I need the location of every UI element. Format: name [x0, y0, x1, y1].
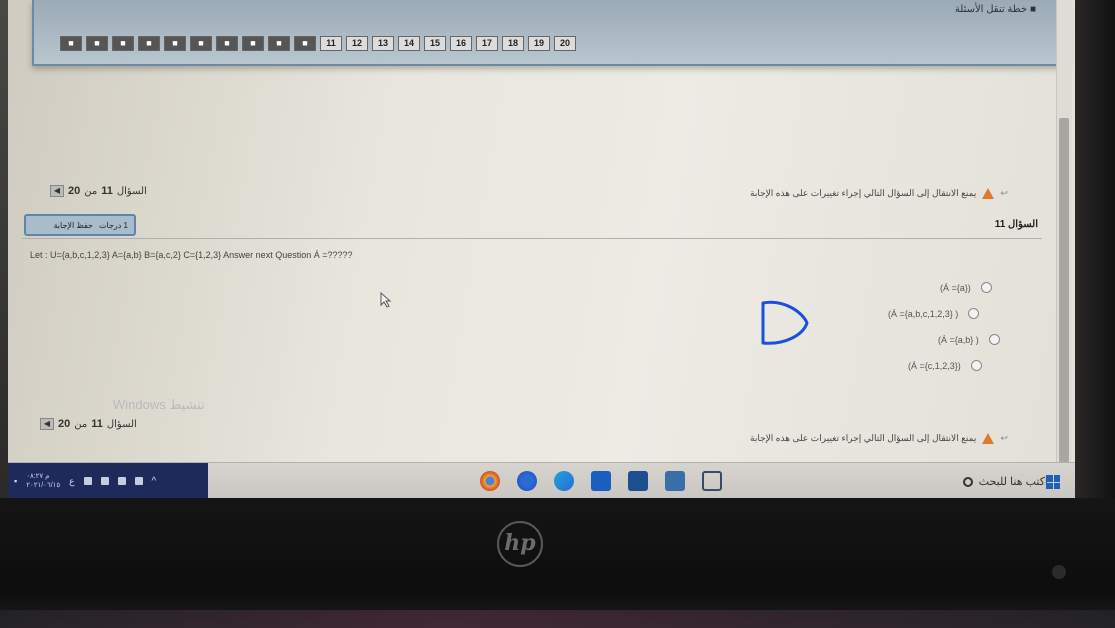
windows-activation-watermark: Windows تنشيط: [113, 397, 205, 412]
language-icon[interactable]: ع: [69, 476, 74, 487]
notification-icon[interactable]: ▪: [14, 476, 17, 486]
search-icon: [962, 476, 973, 487]
question-header: 1 درجات حفظ الإجابة السؤال 11: [22, 211, 1042, 239]
question-button-12[interactable]: 12: [346, 36, 368, 51]
taskbar: ▪ م ٠٨:٢٧ ٢٠٢١/٠٦/١٥ ع ^ اكتب هنا للبحث: [8, 462, 1075, 498]
mail-icon[interactable]: [591, 471, 611, 491]
clock[interactable]: م ٠٨:٢٧ ٢٠٢١/٠٦/١٥: [26, 472, 60, 490]
question-button-19[interactable]: 19: [528, 36, 550, 51]
option-label: (Á ={a,b} ): [938, 334, 979, 345]
warning-text: يمنع الانتقال إلى السؤال التالي إجراء تغ…: [750, 433, 977, 443]
question-button-11[interactable]: 11: [320, 36, 342, 51]
hp-logo: hp: [497, 521, 543, 567]
pinned-apps: [480, 471, 722, 491]
save-answer-button[interactable]: حفظ الإجابة: [53, 221, 93, 230]
option-radio[interactable]: [980, 282, 992, 293]
page-counter-bottom: السؤال 11 من 20 ◀: [40, 418, 137, 430]
clock-date: ٢٠٢١/٠٦/١٥: [26, 482, 61, 489]
counter-total: 20: [58, 418, 71, 430]
hinge: [0, 610, 1115, 628]
option-4[interactable]: (Á ={c,1,2,3}): [908, 360, 982, 371]
question-title: السؤال 11: [994, 219, 1038, 230]
option-label: (Á ={a,b,c,1,2,3} ): [888, 308, 959, 319]
question-button-answered[interactable]: ■: [138, 36, 160, 51]
option-label: (Á ={c,1,2,3}): [908, 360, 961, 371]
question-button-16[interactable]: 16: [450, 36, 472, 51]
system-tray: ▪ م ٠٨:٢٧ ٢٠٢١/٠٦/١٥ ع ^: [8, 463, 208, 498]
question-button-15[interactable]: 15: [424, 36, 446, 51]
option-3[interactable]: (Á ={a,b} ): [938, 334, 1000, 345]
counter-current: 11: [91, 418, 103, 430]
store-icon[interactable]: [628, 471, 648, 491]
question-marks: 1 درجات: [98, 220, 128, 230]
question-button-answered[interactable]: ■: [190, 36, 212, 51]
option-radio[interactable]: [970, 360, 982, 371]
question-button-13[interactable]: 13: [372, 36, 394, 51]
counter-prefix: السؤال: [116, 185, 147, 197]
prev-arrow-icon[interactable]: ◀: [40, 418, 54, 430]
back-icon[interactable]: ↩: [1000, 433, 1008, 444]
question-button-answered[interactable]: ■: [60, 36, 82, 51]
question-navigation-panel: ■ خطة تنقل الأسئلة ■ ■ ■ ■ ■ ■ ■ ■ ■ ■ 11 12 13 14 15 1…: [32, 0, 1068, 66]
power-indicator: [1052, 565, 1066, 579]
page-counter-top: السؤال 11 من 20 ◀: [50, 185, 147, 197]
scrollbar-thumb[interactable]: [1059, 118, 1069, 463]
battery-icon[interactable]: [117, 477, 126, 485]
question-buttons: ■ ■ ■ ■ ■ ■ ■ ■ ■ ■ 11 12 13 14 15 16 17 18 19 20: [60, 36, 576, 51]
question-button-answered[interactable]: ■: [86, 36, 108, 51]
search-placeholder: اكتب هنا للبحث: [978, 476, 1048, 488]
question-button-answered[interactable]: ■: [112, 36, 134, 51]
windows-start-icon[interactable]: [1046, 475, 1060, 489]
ink-annotation: [761, 300, 809, 345]
question-button-answered[interactable]: ■: [164, 36, 186, 51]
option-label: (Á ={a}): [940, 282, 971, 293]
question-button-answered[interactable]: ■: [294, 36, 316, 51]
question-button-17[interactable]: 17: [476, 36, 498, 51]
counter-sep: من: [84, 185, 98, 197]
edge-icon[interactable]: [554, 471, 574, 491]
question-button-answered[interactable]: ■: [268, 36, 290, 51]
browser-icon[interactable]: [517, 471, 537, 491]
question-button-14[interactable]: 14: [398, 36, 420, 51]
counter-sep: من: [74, 418, 88, 430]
chrome-icon[interactable]: [480, 471, 500, 491]
prev-arrow-icon[interactable]: ◀: [50, 185, 64, 197]
warning-icon: [982, 433, 995, 444]
question-tools: 1 درجات حفظ الإجابة: [24, 214, 136, 236]
laptop-bezel: [0, 498, 1115, 628]
counter-current: 11: [101, 185, 113, 197]
warning-text: يمنع الانتقال إلى السؤال التالي إجراء تغ…: [750, 188, 977, 198]
counter-total: 20: [68, 185, 81, 197]
option-radio[interactable]: [988, 334, 1000, 345]
option-2[interactable]: (Á ={a,b,c,1,2,3} ): [888, 308, 980, 319]
screen: ■ خطة تنقل الأسئلة ■ ■ ■ ■ ■ ■ ■ ■ ■ ■ 11 12 13 14 15 1…: [8, 0, 1075, 498]
taskbar-search[interactable]: اكتب هنا للبحث: [898, 475, 1048, 488]
volume-icon[interactable]: [83, 477, 92, 485]
warning-bottom: ↩ يمنع الانتقال إلى السؤال التالي إجراء …: [750, 433, 1008, 444]
clock-time: م ٠٨:٢٧: [26, 473, 50, 480]
explorer-icon[interactable]: [665, 471, 685, 491]
warning-icon: [982, 188, 995, 199]
option-radio[interactable]: [968, 308, 980, 319]
question-button-answered[interactable]: ■: [242, 36, 264, 51]
bluetooth-icon[interactable]: [134, 477, 143, 485]
question-button-18[interactable]: 18: [502, 36, 524, 51]
option-1[interactable]: (Á ={a}): [940, 282, 992, 293]
network-icon[interactable]: [100, 477, 109, 485]
warning-top: ↩ يمنع الانتقال إلى السؤال التالي إجراء …: [750, 188, 1008, 199]
task-view-icon[interactable]: [702, 471, 722, 491]
back-icon[interactable]: ↩: [1000, 188, 1008, 199]
chevron-up-icon[interactable]: ^: [152, 476, 157, 487]
question-button-answered[interactable]: ■: [216, 36, 238, 51]
mouse-cursor-icon: [380, 291, 392, 313]
question-button-20[interactable]: 20: [554, 36, 576, 51]
counter-prefix: السؤال: [106, 418, 137, 430]
nav-title: ■ خطة تنقل الأسئلة: [954, 4, 1036, 15]
question-text: Let : U={a,b,c,1,2,3} A={a,b} B={a,c,2} …: [30, 250, 353, 260]
